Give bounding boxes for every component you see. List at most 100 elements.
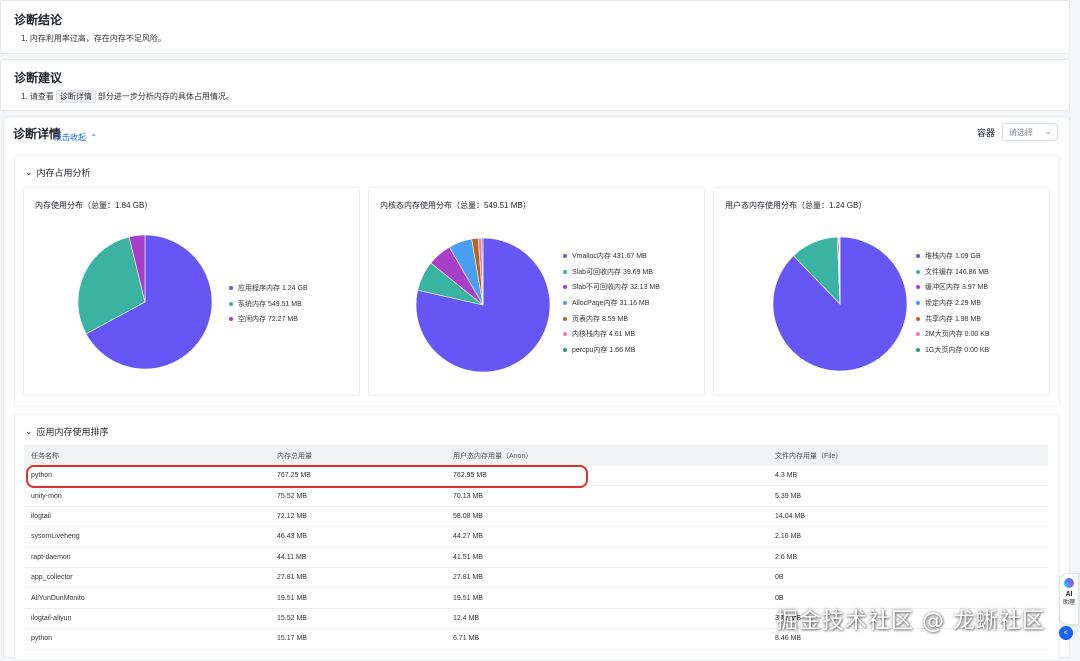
table-header-row: 任务名称 内存总用量 用户态内存用量（Anon） 文件内存用量（File）	[24, 445, 1048, 466]
column-header[interactable]: 任务名称	[24, 445, 270, 466]
table-cell: 44.11 MB	[270, 547, 446, 568]
conclusion-title: 诊断结论	[14, 13, 63, 27]
column-header[interactable]: 文件内存用量（File）	[768, 445, 1048, 466]
advice-card: 诊断建议 1. 请查看 诊断详情 部分进一步分析内存的具体占用情况。	[0, 59, 1070, 111]
table-cell: 41.51 MB	[446, 547, 768, 568]
legend-item[interactable]: percpu内存 1.66 MB	[563, 342, 660, 358]
legend-item[interactable]: Slab可回收内存 39.69 MB	[563, 264, 660, 280]
container-label: 容器	[977, 128, 996, 138]
legend-label: 文件缓存 146.86 MB	[925, 268, 989, 276]
collapse-panel-icon[interactable]: <	[1059, 626, 1073, 640]
table-cell: 2.16 MB	[768, 526, 1048, 548]
legend-item[interactable]: 系统内存 549.51 MB	[229, 296, 308, 312]
table-cell: 19.51 MB	[446, 587, 768, 609]
legend-dot-icon	[916, 347, 920, 352]
advice-suffix: 部分进一步分析内存的具体占用情况。	[97, 92, 234, 101]
table-cell: 15.17 MB	[270, 628, 446, 650]
legend-item[interactable]: Slab不可回收内存 32.13 MB	[563, 279, 660, 295]
table-cell: 2.6 MB	[768, 547, 1048, 568]
legend-dot-icon	[563, 347, 567, 352]
legend-dot-icon	[563, 300, 567, 305]
legend-label: 系统内存 549.51 MB	[238, 300, 302, 308]
table-cell: 6.71 MB	[446, 628, 768, 650]
legend-dot-icon	[229, 317, 233, 322]
legend-item[interactable]: 2M大页内存 0.00 KB	[916, 326, 990, 342]
legend-item[interactable]: 1G大页内存 0.00 KB	[916, 342, 990, 358]
chevron-down-icon: ⌄	[25, 167, 33, 177]
legend-item[interactable]: 堆栈内存 1.09 GB	[916, 248, 990, 264]
table-row[interactable]: unity-mon 75.52 MB 70.13 MB 5.39 MB	[24, 485, 1048, 507]
collapse-link[interactable]: 点击收起 ⌃	[54, 127, 97, 145]
conclusion-card: 诊断结论 1. 内存利用率过高，存在内存不足风险。	[0, 0, 1070, 54]
chart-title: 内核态内存使用分布（总量：549.51 MB）	[380, 201, 531, 210]
legend-item[interactable]: 内核栈内存 4.61 MB	[563, 326, 660, 342]
chart-card-kernel: 内核态内存使用分布（总量：549.51 MB） Vmalloc内存 431.67…	[368, 187, 705, 396]
chart-title: 用户态内存使用分布（总量：1.24 GB）	[725, 201, 867, 210]
legend-item[interactable]: 共享内存 1.98 MB	[916, 311, 990, 327]
legend-item[interactable]: 页表内存 8.59 MB	[563, 311, 660, 327]
legend-item[interactable]: AllocPage内存 31.16 MB	[563, 295, 660, 311]
pie-chart-user	[772, 236, 908, 372]
legend-item[interactable]: 缓冲区内存 3.97 MB	[916, 279, 990, 295]
legend-dot-icon	[916, 316, 920, 321]
table-cell: 27.81 MB	[270, 567, 446, 589]
legend-dot-icon	[563, 253, 567, 258]
legend-dot-icon	[916, 269, 920, 274]
table-cell: 0B	[768, 567, 1048, 589]
chevron-down-icon: ⌄	[1044, 126, 1052, 136]
table-cell: 5.39 MB	[768, 485, 1048, 507]
legend-label: 1G大页内存 0.00 KB	[925, 346, 990, 354]
container-select-placeholder: 请选择	[1009, 128, 1033, 137]
ranking-section-toggle[interactable]: ⌄ 应用内存使用排序	[25, 425, 109, 438]
legend-label: 空闲内存 72.27 MB	[238, 316, 298, 324]
column-header[interactable]: 用户态内存用量（Anon）	[446, 445, 768, 466]
watermark: 掘金技术社区 @ 龙蜥社区	[776, 609, 1045, 634]
table-cell: 46.43 MB	[270, 526, 446, 548]
legend-label: Slab不可回收内存 32.13 MB	[572, 284, 660, 292]
legend-dot-icon	[229, 301, 233, 306]
legend-label: 堆栈内存 1.09 GB	[925, 252, 981, 260]
table-row[interactable]: sysomLiveheng 46.43 MB 44.27 MB 2.16 MB	[24, 526, 1048, 548]
table-row[interactable]: ilogtail 72.12 MB 58.08 MB 14.04 MB	[24, 506, 1048, 528]
legend-dot-icon	[229, 285, 233, 290]
advice-prefix: 1. 请查看	[21, 92, 54, 101]
table-cell: rapt-daemon	[24, 547, 270, 568]
advice-title: 诊断建议	[14, 71, 63, 85]
legend-item[interactable]: 文件缓存 146.86 MB	[916, 264, 990, 280]
legend-dot-icon	[563, 285, 567, 290]
table-row[interactable]: rapt-daemon 44.11 MB 41.51 MB 2.6 MB	[24, 547, 1048, 568]
legend-dot-icon	[916, 300, 920, 305]
table-cell: ilogtail	[24, 506, 270, 528]
legend-item[interactable]: Vmalloc内存 431.67 MB	[563, 248, 660, 264]
table-cell: 15.52 MB	[270, 608, 446, 630]
column-header[interactable]: 内存总用量	[270, 445, 446, 466]
chart-title: 内存使用分布（总量：1.84 GB）	[35, 201, 153, 210]
legend-item[interactable]: 应用程序内存 1.24 GB	[229, 280, 308, 296]
memory-section-toggle[interactable]: ⌄ 内存占用分析	[25, 166, 91, 179]
memory-section-title: 内存占用分析	[36, 168, 91, 178]
legend-dot-icon	[916, 285, 920, 290]
ai-assistant-icon	[1064, 578, 1074, 588]
advice-details-tag[interactable]: 诊断详情	[55, 90, 96, 103]
table-cell: python	[24, 628, 270, 650]
legend-item[interactable]: 空闲内存 72.27 MB	[229, 311, 308, 327]
legend-item[interactable]: 锁定内存 2.29 MB	[916, 295, 990, 311]
legend-label: Slab可回收内存 39.69 MB	[572, 268, 653, 276]
table-cell: AliYunDunMonito	[24, 587, 270, 609]
table-cell: 58.08 MB	[446, 506, 768, 528]
table-cell: 4.3 MB	[768, 466, 1048, 487]
chart-card-user: 用户态内存使用分布（总量：1.24 GB） 堆栈内存 1.09 GB 文件缓存 1…	[713, 187, 1050, 396]
container-select[interactable]: 请选择 ⌄	[1002, 123, 1058, 141]
table-cell: 44.27 MB	[446, 526, 768, 548]
ai-assistant-button[interactable]: AI 助理	[1059, 573, 1079, 625]
chevron-down-icon: ⌄	[25, 426, 33, 436]
chevron-up-icon: ⌃	[90, 133, 98, 142]
legend-label: AllocPage内存 31.16 MB	[572, 299, 650, 307]
highlight-annotation	[26, 465, 588, 488]
legend-dot-icon	[916, 332, 920, 337]
table-cell: 72.12 MB	[270, 506, 446, 528]
table-cell: 75.52 MB	[270, 485, 446, 507]
table-row[interactable]: app_collector 27.81 MB 27.81 MB 0B	[24, 567, 1048, 589]
legend-total: 应用程序内存 1.24 GB 系统内存 549.51 MB 空闲内存 72.27 M…	[229, 280, 308, 327]
legend-dot-icon	[563, 332, 567, 337]
